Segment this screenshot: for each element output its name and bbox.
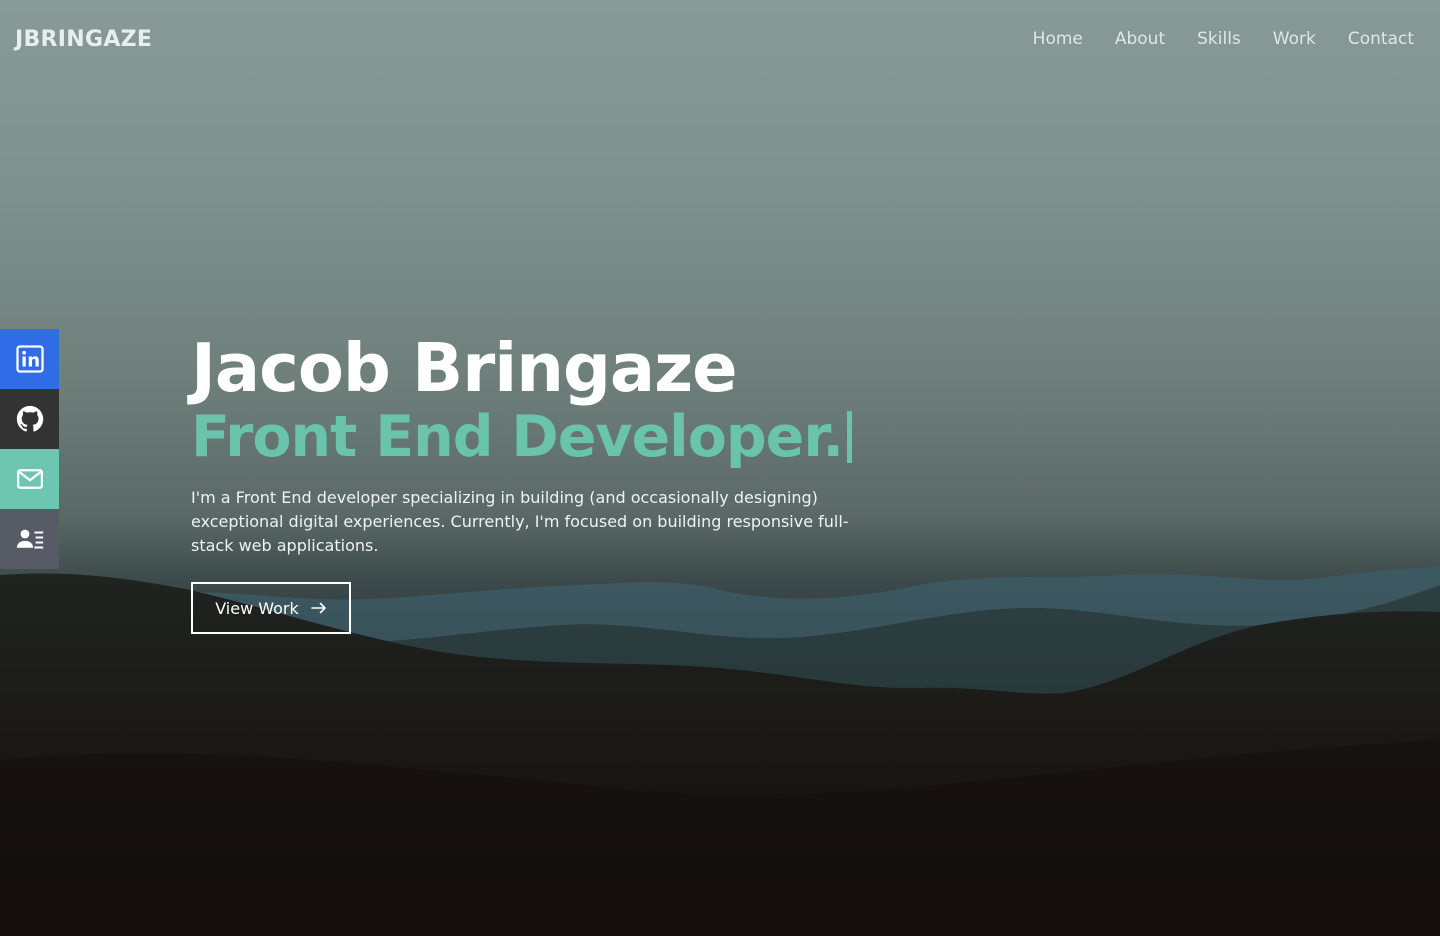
contact-card-icon [16, 529, 43, 549]
view-work-button[interactable]: View Work [191, 582, 351, 634]
view-work-label: View Work [215, 598, 299, 618]
arrow-right-icon [310, 602, 326, 614]
hero-role-text: Front End Developer. [191, 404, 844, 470]
github-icon [16, 405, 43, 432]
main-nav: Home About Skills Work Contact [1033, 29, 1414, 49]
email-button[interactable] [0, 449, 59, 509]
linkedin-button[interactable] [0, 329, 59, 389]
hero-name: Jacob Bringaze [191, 329, 738, 407]
github-button[interactable] [0, 389, 59, 449]
nav-contact[interactable]: Contact [1348, 29, 1414, 49]
nav-work[interactable]: Work [1273, 29, 1316, 49]
site-header: JBRINGAZE Home About Skills Work Contact [0, 0, 1440, 78]
hero-section: Jacob Bringaze Front End Developer. I'm … [191, 330, 911, 634]
typing-cursor [846, 411, 852, 463]
nav-home[interactable]: Home [1033, 29, 1083, 49]
nav-skills[interactable]: Skills [1197, 29, 1241, 49]
nav-about[interactable]: About [1115, 29, 1165, 49]
mail-icon [16, 469, 43, 489]
hero-intro: I'm a Front End developer specializing i… [191, 488, 849, 555]
linkedin-icon [15, 345, 44, 373]
hero-role: Front End Developer. [191, 406, 911, 468]
resume-button[interactable] [0, 509, 59, 569]
social-sidebar [0, 329, 59, 569]
brand-logo[interactable]: JBRINGAZE [15, 27, 152, 52]
